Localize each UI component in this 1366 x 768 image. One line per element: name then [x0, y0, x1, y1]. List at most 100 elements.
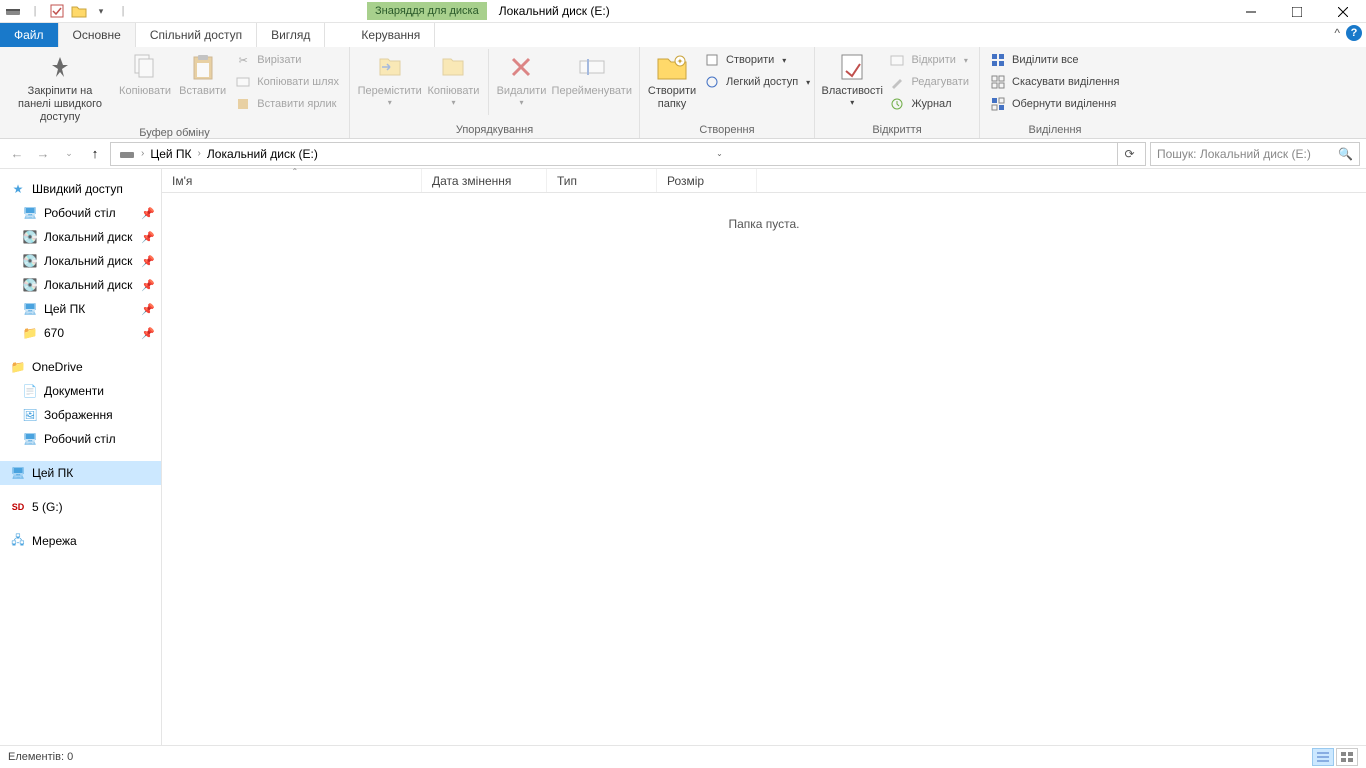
recent-dropdown[interactable]: ⌄	[58, 143, 80, 165]
cut-button[interactable]: ✂Вирізати	[231, 49, 343, 71]
nav-pictures[interactable]: 🖼Зображення	[0, 403, 161, 427]
ribbon-tabs: Файл Основне Спільний доступ Вигляд Керу…	[0, 23, 1366, 47]
copy-icon	[129, 51, 161, 83]
nav-local-disk[interactable]: 💽Локальний диск📌	[0, 249, 161, 273]
open-button[interactable]: Відкрити▾	[885, 49, 973, 71]
organize-group-label: Упорядкування	[356, 124, 633, 138]
nav-desktop[interactable]: 🖥Робочий стіл📌	[0, 201, 161, 225]
new-folder-button[interactable]: ✦ Створити папку	[646, 49, 698, 113]
empty-folder-message: Папка пуста.	[162, 217, 1366, 231]
history-button[interactable]: Журнал	[885, 93, 973, 115]
qat-properties-icon[interactable]	[48, 2, 66, 20]
easy-access-button[interactable]: Легкий доступ▾	[700, 71, 814, 93]
drive-icon: 💽	[22, 253, 38, 269]
breadcrumb[interactable]: › Цей ПК › Локальний диск (E:) ⌄ ⟳	[110, 142, 1146, 166]
maximize-button[interactable]	[1274, 0, 1320, 23]
breadcrumb-this-pc[interactable]: Цей ПК	[146, 147, 195, 161]
invert-selection-button[interactable]: Обернути виділення	[986, 93, 1123, 115]
drive-icon	[115, 148, 139, 160]
address-bar: ← → ⌄ ↑ › Цей ПК › Локальний диск (E:) ⌄…	[0, 139, 1366, 169]
quick-access-toolbar: | ▾ |	[0, 2, 132, 20]
tab-file[interactable]: Файл	[0, 23, 59, 47]
nav-this-pc[interactable]: 🖥Цей ПК	[0, 461, 161, 485]
tab-view[interactable]: Вигляд	[257, 23, 325, 47]
window-title: Локальний диск (E:)	[499, 4, 610, 18]
copy-path-icon	[235, 74, 251, 90]
nav-local-disk[interactable]: 💽Локальний диск📌	[0, 273, 161, 297]
edit-icon	[889, 74, 905, 90]
open-group-label: Відкриття	[821, 124, 973, 138]
qat-dropdown-icon[interactable]: ▾	[92, 2, 110, 20]
history-icon	[889, 96, 905, 112]
rename-button[interactable]: Перейменувати	[551, 49, 633, 100]
sort-indicator-icon: ⌃	[292, 167, 299, 176]
svg-text:✦: ✦	[677, 57, 684, 66]
nav-this-pc-pinned[interactable]: 🖥Цей ПК📌	[0, 297, 161, 321]
navigation-pane[interactable]: ★Швидкий доступ 🖥Робочий стіл📌 💽Локальни…	[0, 169, 162, 745]
pin-icon: 📌	[141, 255, 155, 268]
tab-share[interactable]: Спільний доступ	[136, 23, 257, 47]
nav-local-disk[interactable]: 💽Локальний диск📌	[0, 225, 161, 249]
chevron-right-icon[interactable]: ›	[141, 148, 144, 159]
pin-icon: 📌	[141, 327, 155, 340]
breadcrumb-dropdown[interactable]: ⌄	[712, 149, 727, 158]
new-folder-icon: ✦	[656, 51, 688, 83]
paste-shortcut-button[interactable]: Вставити ярлик	[231, 93, 343, 115]
documents-icon: 📄	[22, 383, 38, 399]
invert-icon	[990, 96, 1006, 112]
select-none-icon	[990, 74, 1006, 90]
desktop-icon: 🖥	[22, 431, 38, 447]
search-icon[interactable]: 🔍	[1338, 147, 1353, 161]
pc-icon: 🖥	[22, 301, 38, 317]
forward-button[interactable]: →	[32, 143, 54, 165]
close-button[interactable]	[1320, 0, 1366, 23]
properties-button[interactable]: Властивості▾	[821, 49, 883, 110]
select-all-button[interactable]: Виділити все	[986, 49, 1123, 71]
column-date[interactable]: Дата змінення	[422, 169, 547, 192]
copy-to-icon	[437, 51, 469, 83]
thumbnails-view-button[interactable]	[1336, 748, 1358, 766]
column-size[interactable]: Розмір	[657, 169, 757, 192]
search-input[interactable]: Пошук: Локальний диск (E:) 🔍	[1150, 142, 1360, 166]
edit-button[interactable]: Редагувати	[885, 71, 973, 93]
refresh-button[interactable]: ⟳	[1117, 142, 1141, 166]
nav-network[interactable]: 🖧Мережа	[0, 529, 161, 553]
content-area[interactable]: Ім'я⌃ Дата змінення Тип Розмір Папка пус…	[162, 169, 1366, 745]
tab-home[interactable]: Основне	[59, 23, 136, 47]
pin-icon: 📌	[141, 231, 155, 244]
ribbon: Закріпити на панелі швидкого доступу Коп…	[0, 47, 1366, 139]
back-button[interactable]: ←	[6, 143, 28, 165]
nav-documents[interactable]: 📄Документи	[0, 379, 161, 403]
paste-button[interactable]: Вставити	[176, 49, 229, 100]
chevron-right-icon[interactable]: ›	[198, 148, 201, 159]
nav-sd-card[interactable]: SD5 (G:)	[0, 495, 161, 519]
nav-folder-670[interactable]: 📁670📌	[0, 321, 161, 345]
help-icon[interactable]: ?	[1346, 25, 1362, 41]
onedrive-icon: 📁	[10, 359, 26, 375]
copy-button[interactable]: Копіювати	[116, 49, 174, 100]
nav-desktop2[interactable]: 🖥Робочий стіл	[0, 427, 161, 451]
minimize-button[interactable]	[1228, 0, 1274, 23]
nav-quick-access[interactable]: ★Швидкий доступ	[0, 177, 161, 201]
column-name[interactable]: Ім'я⌃	[162, 169, 422, 192]
up-button[interactable]: ↑	[84, 143, 106, 165]
copy-path-button[interactable]: Копіювати шлях	[231, 71, 343, 93]
new-item-button[interactable]: Створити▾	[700, 49, 814, 71]
qat-folder-icon[interactable]	[70, 2, 88, 20]
network-icon: 🖧	[10, 533, 26, 549]
shortcut-icon	[235, 96, 251, 112]
tab-manage[interactable]: Керування	[347, 23, 435, 47]
minimize-ribbon-icon[interactable]: ^	[1334, 26, 1340, 40]
delete-button[interactable]: Видалити▾	[494, 49, 548, 110]
breadcrumb-current[interactable]: Локальний диск (E:)	[203, 147, 322, 161]
select-none-button[interactable]: Скасувати виділення	[986, 71, 1123, 93]
details-view-button[interactable]	[1312, 748, 1334, 766]
nav-onedrive[interactable]: 📁OneDrive	[0, 355, 161, 379]
new-group-label: Створення	[646, 124, 808, 138]
context-tab-disk-tools[interactable]: Знаряддя для диска	[367, 2, 487, 20]
column-type[interactable]: Тип	[547, 169, 657, 192]
copy-to-button[interactable]: Копіювати▾	[425, 49, 481, 110]
pin-to-quick-access-button[interactable]: Закріпити на панелі швидкого доступу	[6, 49, 114, 127]
rename-icon	[576, 51, 608, 83]
move-to-button[interactable]: Перемістити▾	[356, 49, 423, 110]
